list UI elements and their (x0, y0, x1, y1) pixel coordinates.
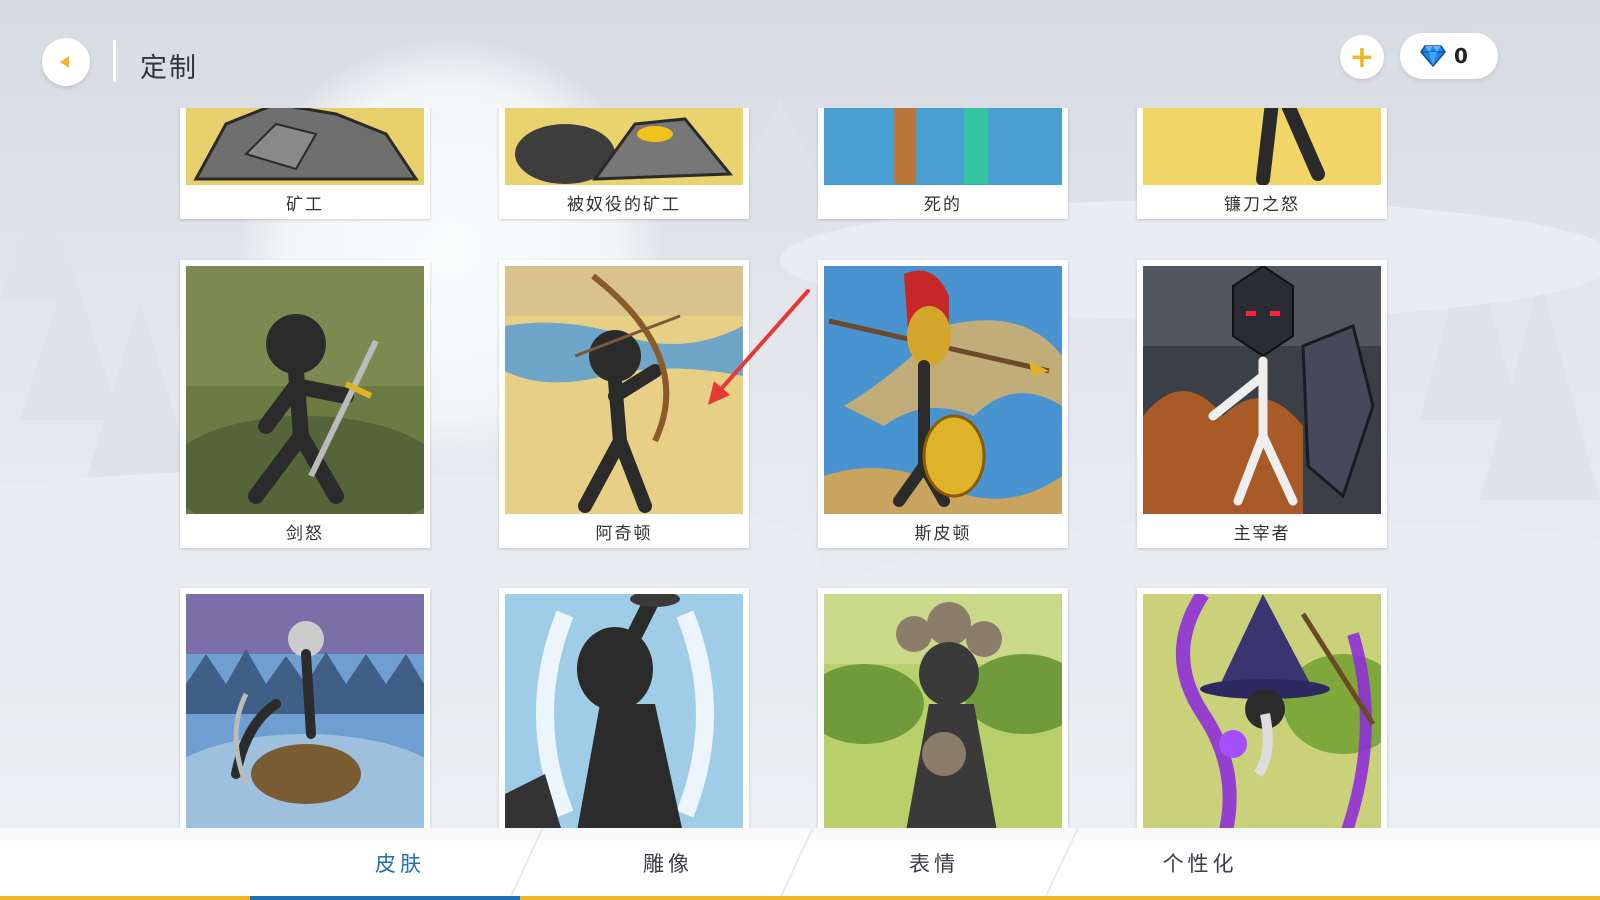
page-title: 定制 (140, 53, 198, 84)
card-label: 被奴役的矿工 (567, 194, 681, 215)
skin-grid[interactable]: 矿工 被奴役的矿工 死的 镰刀之怒 剑怒 阿奇顿 斯皮顿 主宰者 (0, 108, 1600, 828)
tab-statues[interactable]: 雕像 (578, 848, 758, 888)
annotation-arrow-icon (708, 289, 810, 405)
card-art (186, 108, 424, 185)
skin-card-row3-2[interactable] (499, 588, 749, 828)
card-art (1143, 108, 1381, 185)
skin-card-sword-wrath[interactable]: 剑怒 (180, 260, 430, 548)
card-label: 阿奇顿 (595, 523, 653, 544)
plus-icon: + (1349, 39, 1375, 75)
card-art (186, 594, 424, 828)
bottom-tab-bar: 皮肤 雕像 表情 个性化 (0, 828, 1600, 900)
skin-card-spearton[interactable]: 斯皮顿 (818, 260, 1068, 548)
skin-card-row3-4[interactable] (1137, 588, 1387, 828)
gem-counter: 0 (1400, 33, 1498, 79)
card-label: 斯皮顿 (914, 523, 972, 544)
add-gems-button[interactable]: + (1340, 35, 1384, 79)
card-label: 剑怒 (286, 523, 324, 544)
card-art (824, 266, 1062, 514)
tab-bar-gold-line (0, 896, 1600, 900)
tab-personalize[interactable]: 个性化 (1110, 848, 1290, 888)
card-art (1143, 266, 1381, 514)
card-art (505, 594, 743, 828)
card-art (824, 108, 1062, 185)
skin-card-dominator[interactable]: 主宰者 (1137, 260, 1387, 548)
tab-separator (508, 828, 544, 900)
card-art (824, 594, 1062, 828)
card-art (1143, 594, 1381, 828)
card-label: 死的 (924, 194, 962, 215)
card-art (186, 266, 424, 514)
skin-card-enslaved-miner[interactable]: 被奴役的矿工 (499, 108, 749, 219)
skin-card-scythe-wrath[interactable]: 镰刀之怒 (1137, 108, 1387, 219)
card-label: 矿工 (286, 194, 324, 215)
skin-card-miner[interactable]: 矿工 (180, 108, 430, 219)
card-art (505, 108, 743, 185)
skin-card-row3-1[interactable] (180, 588, 430, 828)
skin-card-dead[interactable]: 死的 (818, 108, 1068, 219)
card-label: 主宰者 (1233, 523, 1291, 544)
top-bar: 定制 + 0 (0, 0, 1600, 110)
header-divider (113, 40, 116, 82)
back-button[interactable] (42, 38, 90, 86)
back-arrow-icon (60, 56, 69, 68)
tab-skins[interactable]: 皮肤 (310, 848, 490, 888)
blue-diamond-icon (1420, 45, 1446, 67)
tab-separator (778, 828, 814, 900)
card-label: 镰刀之怒 (1224, 194, 1300, 215)
tab-separator (1043, 828, 1079, 900)
skin-card-row3-3[interactable] (818, 588, 1068, 828)
active-tab-indicator (250, 896, 520, 900)
gem-count: 0 (1454, 44, 1468, 68)
tab-emotes[interactable]: 表情 (844, 848, 1024, 888)
